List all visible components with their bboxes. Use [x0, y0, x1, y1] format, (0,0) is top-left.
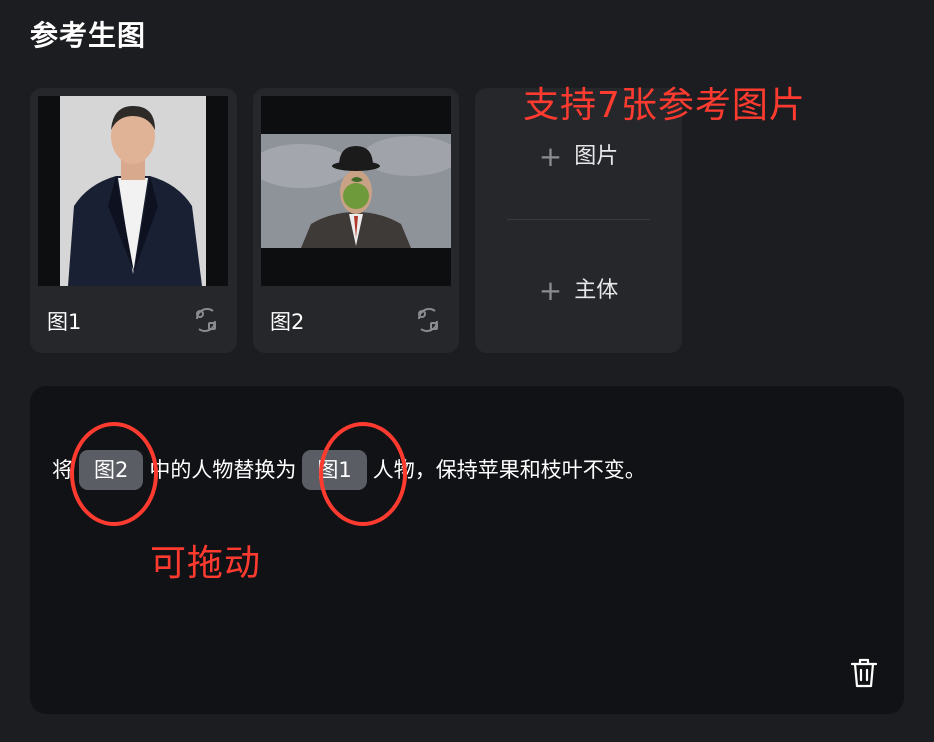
section-title: 参考生图	[30, 19, 147, 52]
swap-image-icon[interactable]	[413, 305, 443, 335]
prompt-text-segment: 人物，保持苹果和枝叶不变。	[372, 458, 646, 482]
plus-icon: +	[538, 274, 563, 307]
annotation-max-images: 支持7张参考图片	[523, 85, 806, 126]
prompt-editor[interactable]: 将图2 中的人物替换为 图1 人物，保持苹果和枝叶不变。 可拖动	[30, 386, 904, 714]
reference-image-1	[38, 96, 228, 286]
card-label-2: 图2	[270, 310, 305, 334]
swap-image-icon[interactable]	[191, 305, 221, 335]
reference-image-2	[261, 96, 451, 286]
add-image-label: 图片	[574, 144, 619, 169]
reference-card-1[interactable]: 图1	[30, 88, 237, 353]
add-subject-label: 主体	[574, 278, 619, 303]
trash-icon[interactable]	[848, 656, 880, 690]
reference-card-2[interactable]: 图2	[253, 88, 459, 353]
annotation-circle	[70, 422, 158, 526]
plus-icon: +	[538, 140, 563, 173]
annotation-circle	[319, 422, 407, 526]
annotation-draggable: 可拖动	[150, 543, 262, 584]
add-image-button[interactable]: + 图片	[475, 138, 682, 173]
divider	[507, 219, 650, 220]
add-subject-button[interactable]: + 主体	[475, 272, 682, 307]
card-label-1: 图1	[47, 310, 82, 334]
prompt-text-segment: 中的人物替换为	[149, 458, 297, 482]
